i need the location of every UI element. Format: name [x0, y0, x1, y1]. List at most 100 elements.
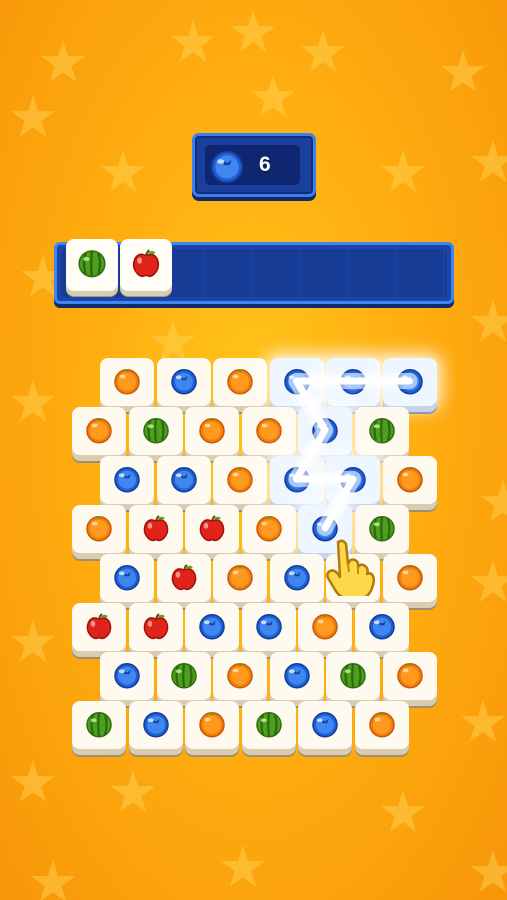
tile-blueberry[interactable] [354, 603, 409, 651]
tile-blueberry[interactable] [100, 456, 154, 504]
tile-watermelon[interactable] [326, 652, 380, 700]
background-star [110, 770, 156, 812]
blueberry-icon [340, 467, 366, 493]
blueberry-icon [340, 369, 366, 395]
tile-blueberry[interactable] [269, 358, 324, 406]
orange-icon [199, 712, 225, 738]
tile-apple[interactable] [128, 603, 183, 651]
blueberry-icon [170, 369, 197, 395]
pointing-hand-icon [326, 539, 376, 596]
blueberry-icon [199, 614, 225, 640]
collection-tray [54, 239, 454, 304]
apple-icon [171, 564, 196, 591]
blueberry-icon [283, 663, 310, 689]
blueberry-icon [114, 467, 140, 493]
tile-blueberry[interactable] [326, 358, 380, 406]
tile-orange[interactable] [213, 652, 267, 700]
tile-apple[interactable] [185, 505, 239, 553]
tile-watermelon[interactable] [128, 407, 183, 455]
orange-icon [86, 418, 112, 444]
tile-orange[interactable] [72, 505, 126, 553]
tile-blueberry[interactable] [269, 652, 324, 700]
blueberry-icon [114, 663, 140, 689]
background-star [40, 40, 86, 82]
background-star [170, 20, 216, 62]
tile-orange[interactable] [354, 701, 409, 749]
tile-blueberry[interactable] [128, 701, 183, 749]
orange-icon [227, 369, 253, 395]
watermelon-icon [78, 250, 106, 278]
background-star [460, 700, 506, 742]
tile-blueberry[interactable] [241, 603, 296, 651]
background-star [10, 760, 56, 802]
background-star [380, 790, 426, 832]
background-star [480, 480, 507, 522]
tile-blueberry[interactable] [298, 407, 352, 455]
background-star [230, 10, 276, 52]
background-star [440, 50, 486, 92]
tile-apple[interactable] [72, 603, 126, 651]
watermelon-icon [142, 418, 169, 444]
tile-orange[interactable] [298, 603, 352, 651]
orange-icon [255, 516, 282, 542]
orange-icon [227, 565, 253, 591]
tile-orange[interactable] [213, 456, 267, 504]
tile-orange[interactable] [382, 652, 437, 700]
tile-blueberry[interactable] [156, 358, 211, 406]
tile-blueberry[interactable] [269, 456, 324, 504]
orange-icon [227, 467, 253, 493]
orange-icon [199, 418, 225, 444]
apple-icon [132, 249, 160, 278]
tile-blueberry[interactable] [100, 554, 154, 602]
tile-orange[interactable] [213, 554, 267, 602]
orange-icon [86, 516, 112, 542]
apple-icon [86, 613, 112, 640]
tile-apple[interactable] [128, 505, 183, 553]
blueberry-icon [283, 565, 310, 591]
orange-icon [396, 467, 423, 493]
tile-orange[interactable] [382, 456, 437, 504]
orange-icon [227, 663, 253, 689]
background-star [250, 75, 296, 117]
game-screen: 6 [0, 0, 507, 900]
tile-orange[interactable] [213, 358, 267, 406]
tile-blueberry[interactable] [100, 652, 154, 700]
blueberry-icon [283, 369, 310, 395]
tile-orange[interactable] [100, 358, 154, 406]
tile-blueberry[interactable] [326, 456, 380, 504]
tile-orange[interactable] [185, 701, 239, 749]
tile-blueberry[interactable] [298, 701, 352, 749]
tray-tile [120, 239, 172, 291]
tile-orange[interactable] [382, 554, 437, 602]
tile-blueberry[interactable] [185, 603, 239, 651]
watermelon-icon [340, 663, 366, 689]
tile-blueberry[interactable] [269, 554, 324, 602]
tile-watermelon[interactable] [156, 652, 211, 700]
tile-watermelon[interactable] [354, 407, 409, 455]
blueberry-goal-counter: 6 [192, 133, 316, 197]
goal-count: 6 [259, 153, 271, 176]
watermelon-icon [255, 712, 282, 738]
tile-blueberry[interactable] [156, 456, 211, 504]
tile-orange[interactable] [185, 407, 239, 455]
background-star [10, 380, 56, 422]
tile-orange[interactable] [72, 407, 126, 455]
tile-apple[interactable] [156, 554, 211, 602]
apple-icon [199, 515, 225, 542]
orange-icon [114, 369, 140, 395]
blueberry-icon [396, 369, 423, 395]
tile-orange[interactable] [241, 407, 296, 455]
watermelon-icon [170, 663, 197, 689]
apple-icon [143, 515, 168, 542]
orange-icon [312, 614, 338, 640]
blueberry-icon [312, 712, 338, 738]
blueberry-icon [255, 614, 282, 640]
background-star [470, 140, 507, 182]
tile-watermelon[interactable] [241, 701, 296, 749]
background-star [300, 30, 346, 72]
background-star [10, 620, 56, 662]
tile-orange[interactable] [241, 505, 296, 553]
background-star [100, 150, 146, 192]
tile-blueberry[interactable] [382, 358, 437, 406]
tile-watermelon[interactable] [72, 701, 126, 749]
